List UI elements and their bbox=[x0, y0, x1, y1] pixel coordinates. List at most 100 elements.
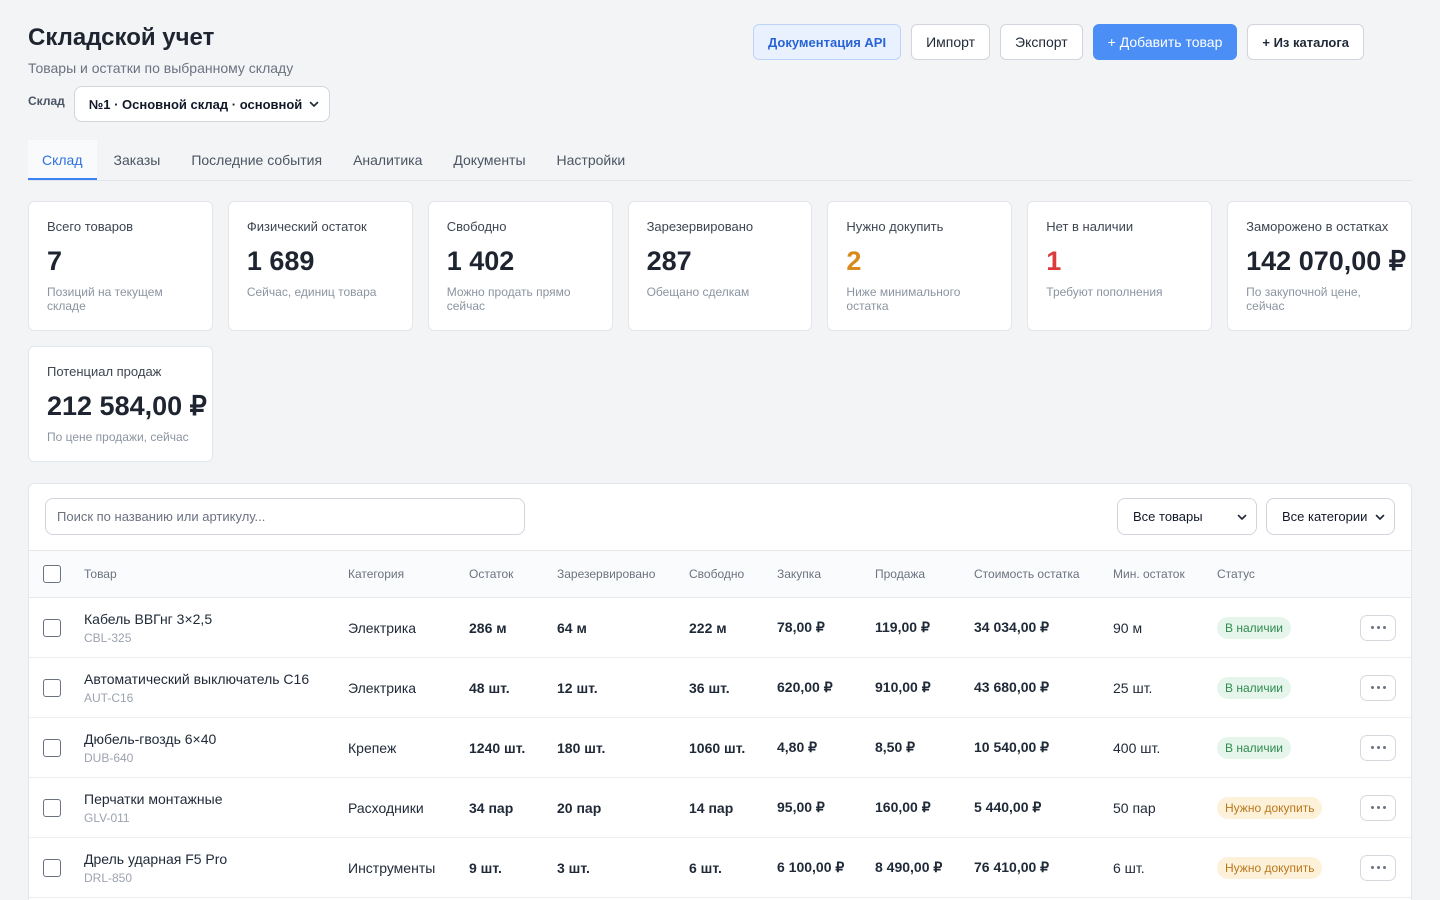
status-cell: В наличии bbox=[1217, 718, 1360, 778]
min-stock-cell: 90 м bbox=[1113, 598, 1217, 658]
row-select-cell bbox=[29, 718, 84, 778]
row-actions-cell bbox=[1360, 598, 1411, 658]
tab[interactable]: Заказы bbox=[100, 140, 175, 180]
row-select-cell bbox=[29, 598, 84, 658]
row-checkbox[interactable] bbox=[43, 858, 61, 877]
stat-label: Свободно bbox=[446, 219, 507, 234]
warehouse-select[interactable]: №1 · Основной склад · основной bbox=[73, 86, 330, 122]
reserved-cell: 64 м bbox=[557, 598, 689, 658]
sale-price-cell: 160,00 ₽ bbox=[875, 778, 974, 838]
product-cell: Перчатки монтажные GLV-011 bbox=[84, 778, 348, 838]
purchase-price-cell: 6 100,00 ₽ bbox=[777, 838, 875, 898]
free-cell: 1060 шт. bbox=[689, 718, 777, 778]
import-button[interactable]: Импорт bbox=[911, 24, 991, 60]
reserved-cell: 20 пар bbox=[557, 778, 689, 838]
category-cell: Электрика bbox=[348, 658, 469, 718]
add-product-button[interactable]: + Добавить товар bbox=[1092, 24, 1238, 60]
column-header: Свободно bbox=[689, 551, 777, 598]
warehouse-label: Склад bbox=[28, 94, 65, 108]
row-checkbox[interactable] bbox=[43, 678, 61, 697]
stock-value-cell: 34 034,00 ₽ bbox=[974, 598, 1113, 658]
category-filter-value: Все категории bbox=[1282, 509, 1368, 524]
row-actions-button[interactable] bbox=[1360, 614, 1396, 641]
row-select-cell bbox=[29, 838, 84, 898]
product-name: Кабель ВВГнг 3×2,5 bbox=[84, 610, 213, 627]
tab[interactable]: Настройки bbox=[543, 140, 640, 180]
status-cell: В наличии bbox=[1217, 598, 1360, 658]
warehouse-picker: Склад №1 · Основной склад · основной bbox=[28, 86, 330, 122]
row-checkbox[interactable] bbox=[43, 738, 61, 757]
stat-hint: Можно продать прямо сейчас bbox=[446, 285, 571, 313]
row-actions-button[interactable] bbox=[1360, 734, 1396, 761]
status-badge: В наличии bbox=[1217, 616, 1292, 639]
stat-value: 1 689 bbox=[246, 246, 315, 276]
search-input[interactable] bbox=[45, 498, 525, 535]
add-from-catalog-button[interactable]: + Из каталога bbox=[1247, 24, 1365, 60]
reserved-cell: 12 шт. bbox=[557, 658, 689, 718]
product-sku: GLV-011 bbox=[84, 810, 130, 825]
chevron-down-icon bbox=[1375, 514, 1385, 520]
column-header: Статус bbox=[1217, 551, 1360, 598]
stock-value-cell: 10 540,00 ₽ bbox=[974, 718, 1113, 778]
export-button[interactable]: Экспорт bbox=[1000, 24, 1083, 60]
stat-card: Всего товаров 7 Позиций на текущем склад… bbox=[28, 201, 213, 331]
api-docs-button[interactable]: Документация API bbox=[753, 24, 902, 60]
row-actions-button[interactable] bbox=[1360, 854, 1396, 881]
chevron-down-icon bbox=[1237, 514, 1247, 520]
stat-card: Нужно докупить 2 Ниже минимального остат… bbox=[827, 201, 1013, 331]
stock-cell: 286 м bbox=[469, 598, 557, 658]
column-header: Стоимость остатка bbox=[974, 551, 1113, 598]
stat-value: 212 584,00 ₽ bbox=[47, 391, 207, 421]
purchase-price-cell: 4,80 ₽ bbox=[777, 718, 875, 778]
page-subtitle: Товары и остатки по выбранному складу bbox=[28, 60, 294, 76]
min-stock-cell: 400 шт. bbox=[1113, 718, 1217, 778]
more-icon bbox=[1370, 746, 1386, 749]
column-header: Продажа bbox=[875, 551, 974, 598]
stock-cell: 48 шт. bbox=[469, 658, 557, 718]
stat-value: 142 070,00 ₽ bbox=[1246, 246, 1406, 276]
category-cell: Инструменты bbox=[348, 838, 469, 898]
stat-value: 287 bbox=[646, 246, 692, 276]
stats-grid: Всего товаров 7 Позиций на текущем склад… bbox=[28, 201, 1412, 462]
stat-hint: Позиций на текущем складе bbox=[47, 285, 163, 313]
product-cell: Дюбель-гвоздь 6×40 DUB-640 bbox=[84, 718, 348, 778]
row-select-cell bbox=[29, 778, 84, 838]
sale-price-cell: 119,00 ₽ bbox=[875, 598, 974, 658]
column-header: Остаток bbox=[469, 551, 557, 598]
table-row: Кабель ВВГнг 3×2,5 CBL-325 Электрика 286… bbox=[29, 598, 1411, 658]
free-cell: 6 шт. bbox=[689, 838, 777, 898]
tab[interactable]: Последние события bbox=[177, 140, 336, 180]
select-all-cell bbox=[29, 551, 84, 598]
min-stock-cell: 6 шт. bbox=[1113, 838, 1217, 898]
product-name: Автоматический выключатель С16 bbox=[84, 670, 310, 687]
stat-label: Заморожено в остатках bbox=[1246, 219, 1389, 234]
stock-cell: 34 пар bbox=[469, 778, 557, 838]
status-badge: Нужно докупить bbox=[1217, 856, 1323, 879]
stat-label: Нужно докупить bbox=[846, 219, 944, 234]
row-checkbox[interactable] bbox=[43, 798, 61, 817]
category-filter-select[interactable]: Все категории bbox=[1266, 498, 1395, 535]
row-select-cell bbox=[29, 658, 84, 718]
tab[interactable]: Аналитика bbox=[339, 140, 436, 180]
stat-label: Потенциал продаж bbox=[47, 364, 162, 379]
select-all-checkbox[interactable] bbox=[43, 565, 61, 583]
status-cell: В наличии bbox=[1217, 658, 1360, 718]
stock-cell: 9 шт. bbox=[469, 838, 557, 898]
product-name: Дюбель-гвоздь 6×40 bbox=[84, 730, 217, 747]
row-actions-button[interactable] bbox=[1360, 794, 1396, 821]
product-name: Дрель ударная F5 Pro bbox=[84, 850, 228, 867]
row-actions-cell bbox=[1360, 718, 1411, 778]
row-checkbox[interactable] bbox=[43, 618, 61, 637]
tab[interactable]: Склад bbox=[28, 140, 97, 180]
tab[interactable]: Документы bbox=[439, 140, 539, 180]
filters: Все товары Все категории bbox=[1117, 498, 1395, 535]
column-header: Товар bbox=[84, 551, 348, 598]
status-cell: Нужно докупить bbox=[1217, 838, 1360, 898]
column-header: Категория bbox=[348, 551, 469, 598]
stat-hint: По цене продажи, сейчас bbox=[47, 430, 189, 444]
product-cell: Кабель ВВГнг 3×2,5 CBL-325 bbox=[84, 598, 348, 658]
reserved-cell: 180 шт. bbox=[557, 718, 689, 778]
product-filter-select[interactable]: Все товары bbox=[1117, 498, 1257, 535]
stat-card: Зарезервировано 287 Обещано сделкам bbox=[627, 201, 813, 331]
row-actions-button[interactable] bbox=[1360, 674, 1396, 701]
